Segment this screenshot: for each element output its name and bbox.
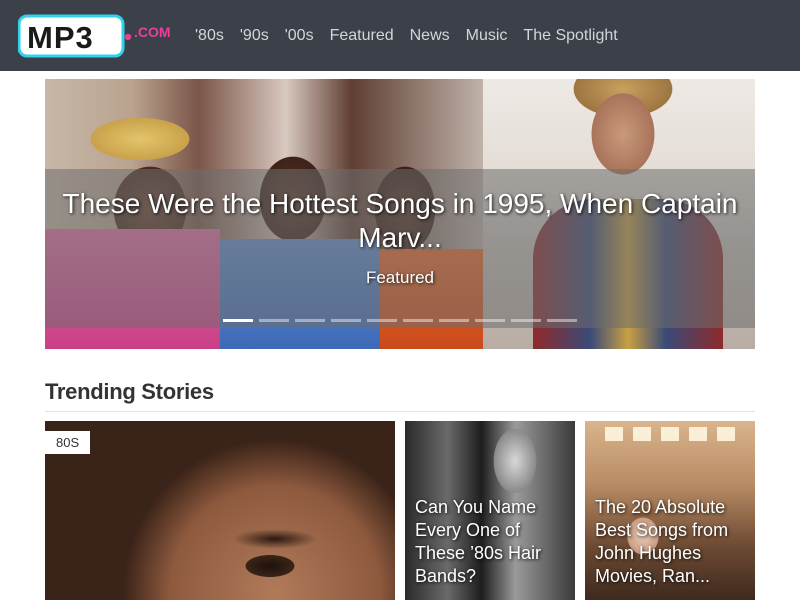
trending-card[interactable]: The 20 Absolute Best Songs from John Hug… [585, 421, 755, 600]
card-image-detail [605, 427, 735, 441]
nav-news[interactable]: News [402, 27, 458, 45]
nav-00s[interactable]: '00s [277, 27, 322, 45]
trending-card[interactable]: 80S [45, 421, 395, 600]
slider-dot[interactable] [475, 319, 505, 322]
slider-dot[interactable] [403, 319, 433, 322]
mp3-logo[interactable]: MP3 .COM [17, 13, 171, 59]
slider-dot[interactable] [367, 319, 397, 322]
hero-title[interactable]: These Were the Hottest Songs in 1995, Wh… [45, 187, 755, 255]
nav-80s[interactable]: '80s [187, 27, 232, 45]
nav-featured[interactable]: Featured [322, 27, 402, 45]
slider-dot[interactable] [259, 319, 289, 322]
card-title[interactable]: Can You Name Every One of These ’80s Hai… [415, 496, 570, 588]
trending-heading: Trending Stories [45, 379, 214, 404]
category-badge[interactable]: 80S [45, 431, 91, 454]
slider-dots [223, 319, 577, 322]
main-nav: '80s '90s '00s Featured News Music The S… [187, 0, 626, 71]
slider-dot[interactable] [511, 319, 541, 322]
section-divider [45, 411, 755, 412]
slider-dot[interactable] [547, 319, 577, 322]
site-header: MP3 .COM '80s '90s '00s Featured News Mu… [0, 0, 800, 71]
card-title[interactable]: The 20 Absolute Best Songs from John Hug… [595, 496, 750, 588]
logo-com-text: .COM [134, 24, 170, 40]
logo-mp3-text: MP3 [27, 20, 94, 55]
nav-the-spotlight[interactable]: The Spotlight [515, 27, 625, 45]
slider-dot[interactable] [331, 319, 361, 322]
slider-dot[interactable] [223, 319, 253, 322]
slider-dot[interactable] [295, 319, 325, 322]
hero-category[interactable]: Featured [45, 268, 755, 288]
hero-slider[interactable]: These Were the Hottest Songs in 1995, Wh… [45, 79, 755, 349]
slider-dot[interactable] [439, 319, 469, 322]
trending-card[interactable]: Can You Name Every One of These ’80s Hai… [405, 421, 575, 600]
nav-90s[interactable]: '90s [232, 27, 277, 45]
nav-music[interactable]: Music [458, 27, 516, 45]
